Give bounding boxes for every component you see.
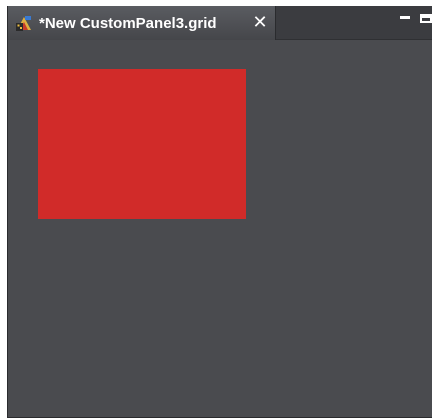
- grid-document-icon: [15, 14, 33, 32]
- minimize-icon[interactable]: [400, 16, 410, 19]
- close-icon[interactable]: ✕: [251, 13, 269, 31]
- design-canvas[interactable]: [8, 40, 432, 417]
- tab-bar: *New CustomPanel3.grid ✕: [8, 6, 432, 40]
- tab-title: *New CustomPanel3.grid: [39, 14, 217, 32]
- editor-window: *New CustomPanel3.grid ✕: [7, 6, 432, 418]
- red-panel[interactable]: [38, 69, 246, 219]
- tab-custompanel3[interactable]: *New CustomPanel3.grid ✕: [8, 6, 276, 40]
- window-controls: [400, 10, 432, 24]
- maximize-icon[interactable]: [420, 14, 432, 23]
